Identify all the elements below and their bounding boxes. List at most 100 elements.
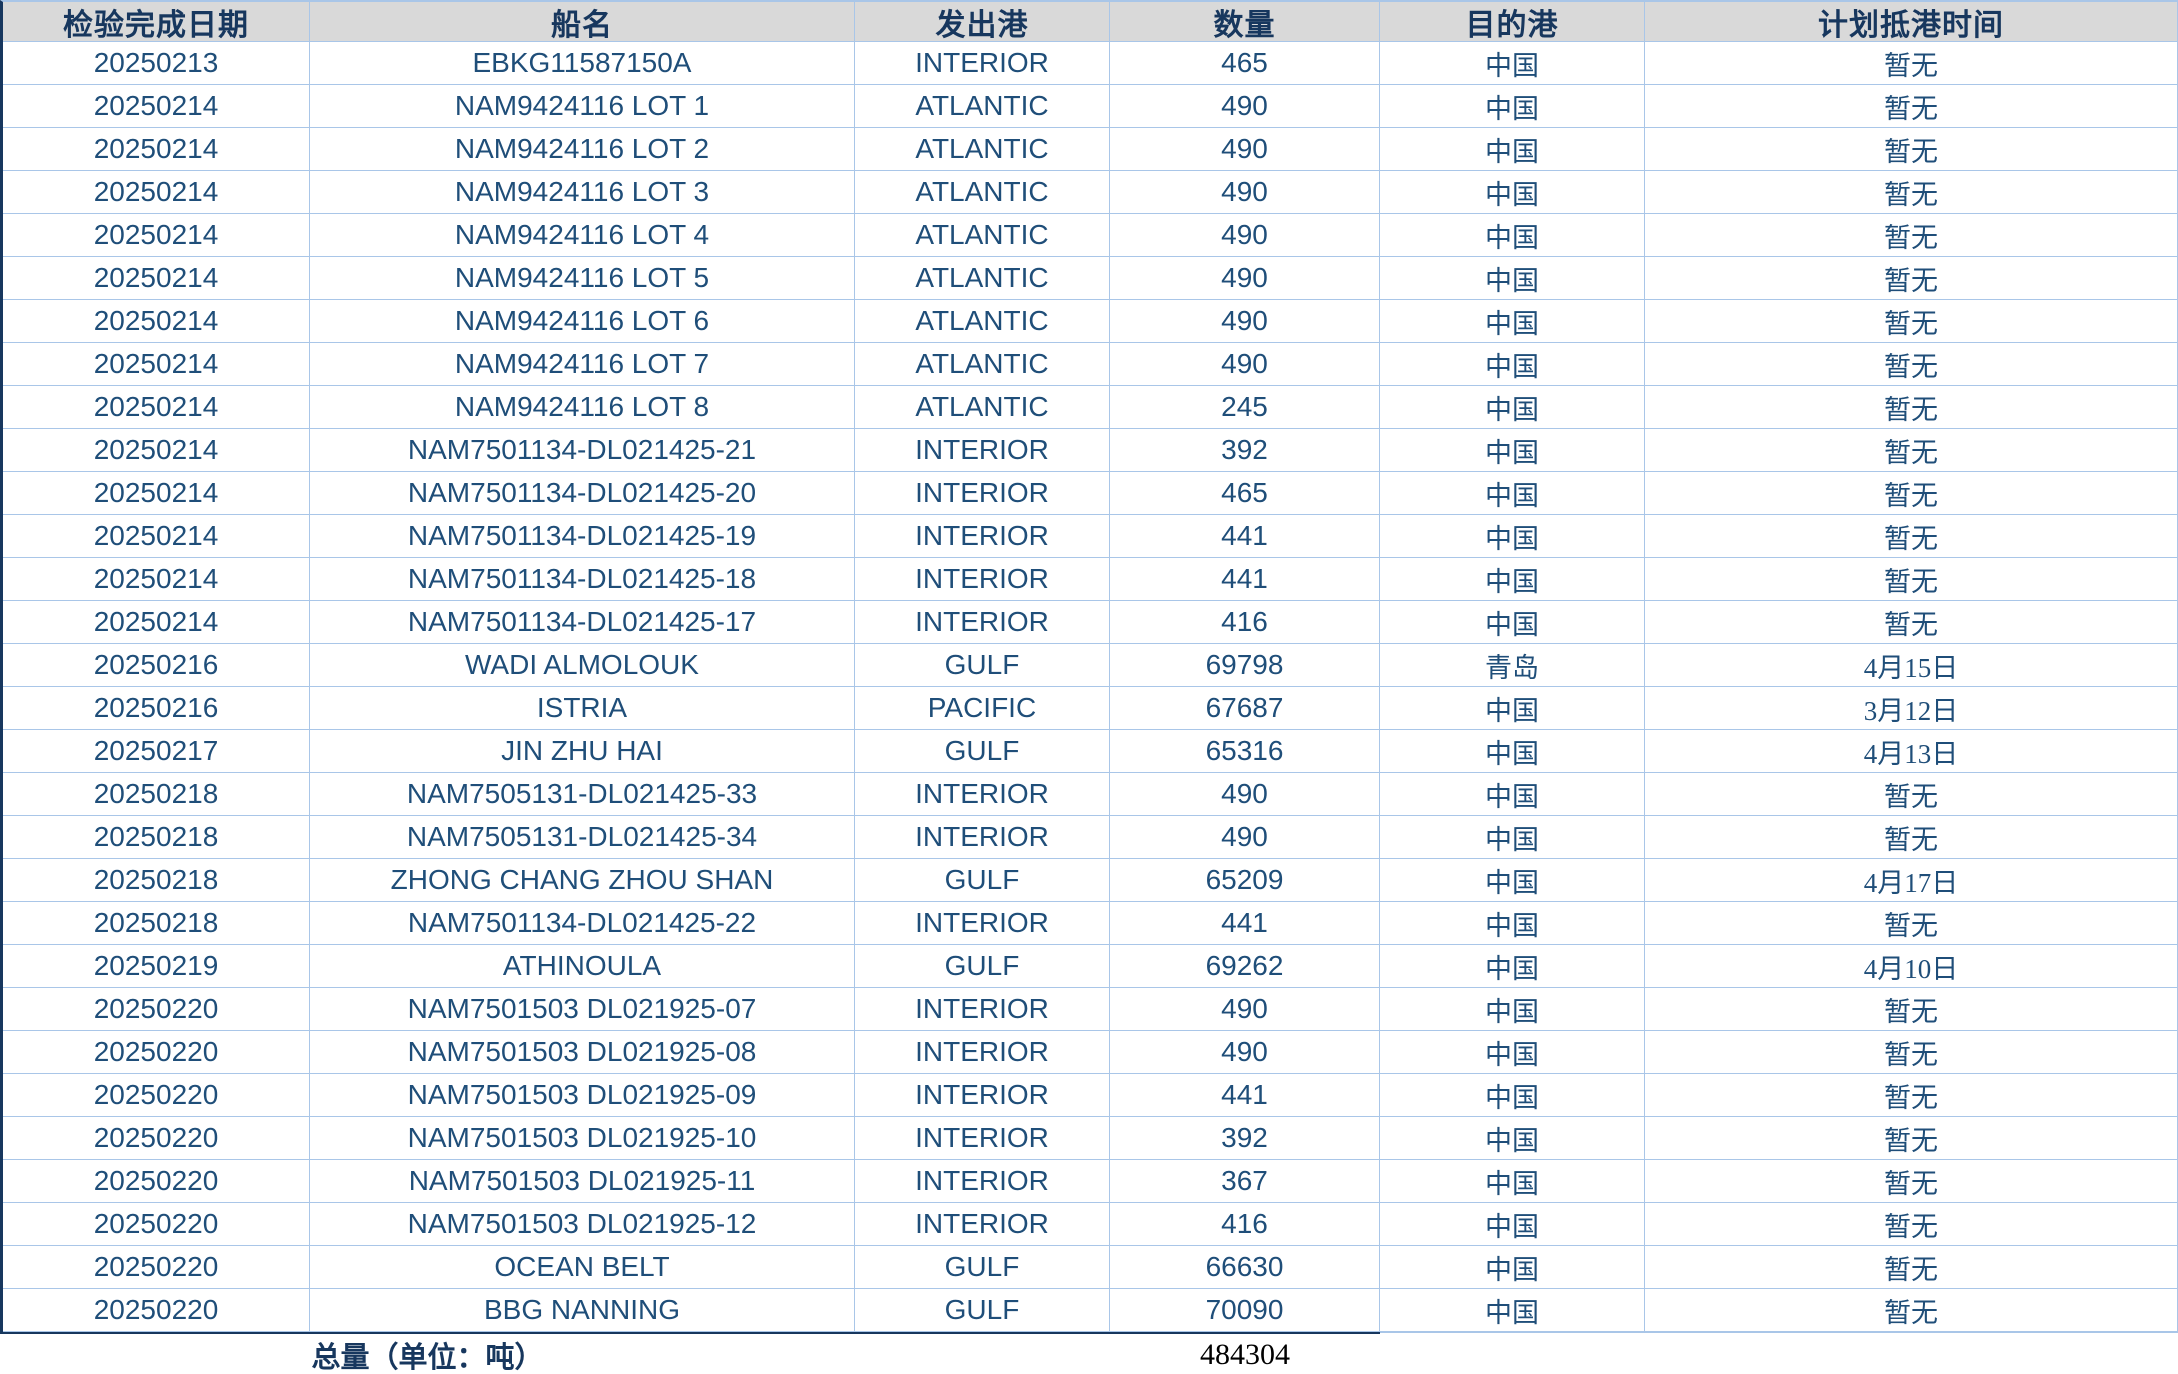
cell-planned-arrival: 暂无	[1645, 300, 2177, 343]
cell-planned-arrival: 暂无	[1645, 472, 2177, 515]
cell-quantity: 490	[1110, 300, 1380, 343]
cell-destination-port: 中国	[1380, 773, 1645, 816]
cell-vessel-name: OCEAN BELT	[310, 1246, 855, 1289]
cell-inspection-date: 20250219	[3, 945, 310, 988]
cell-quantity: 490	[1110, 773, 1380, 816]
cell-origin-port: ATLANTIC	[855, 257, 1110, 300]
cell-origin-port: ATLANTIC	[855, 300, 1110, 343]
cell-vessel-name: NAM7501503 DL021925-09	[310, 1074, 855, 1117]
cell-origin-port: INTERIOR	[855, 1117, 1110, 1160]
cell-origin-port: INTERIOR	[855, 429, 1110, 472]
cell-vessel-name: NAM7501134-DL021425-17	[310, 601, 855, 644]
cell-quantity: 392	[1110, 429, 1380, 472]
cell-quantity: 69798	[1110, 644, 1380, 687]
cell-quantity: 67687	[1110, 687, 1380, 730]
cell-vessel-name: NAM9424116 LOT 7	[310, 343, 855, 386]
cell-quantity: 490	[1110, 988, 1380, 1031]
shipping-schedule-report: 检验完成日期 船名 发出港 数量 目的港 计划抵港时间 20250213 EBK…	[0, 0, 2178, 1374]
cell-quantity: 465	[1110, 472, 1380, 515]
cell-quantity: 69262	[1110, 945, 1380, 988]
cell-origin-port: ATLANTIC	[855, 85, 1110, 128]
cell-planned-arrival: 暂无	[1645, 1074, 2177, 1117]
cell-vessel-name: JIN ZHU HAI	[310, 730, 855, 773]
cell-planned-arrival: 暂无	[1645, 988, 2177, 1031]
cell-inspection-date: 20250214	[3, 515, 310, 558]
table-row: 20250220 NAM7501503 DL021925-12 INTERIOR…	[3, 1203, 2177, 1246]
cell-inspection-date: 20250214	[3, 171, 310, 214]
table-row: 20250214 NAM7501134-DL021425-20 INTERIOR…	[3, 472, 2177, 515]
table-row: 20250214 NAM7501134-DL021425-17 INTERIOR…	[3, 601, 2177, 644]
cell-inspection-date: 20250214	[3, 601, 310, 644]
cell-vessel-name: NAM9424116 LOT 1	[310, 85, 855, 128]
table-row: 20250214 NAM7501134-DL021425-18 INTERIOR…	[3, 558, 2177, 601]
table-row: 20250216 ISTRIA PACIFIC 67687 中国 3月12日	[3, 687, 2177, 730]
cell-vessel-name: NAM7505131-DL021425-33	[310, 773, 855, 816]
cell-destination-port: 中国	[1380, 171, 1645, 214]
footer-spacer	[855, 1332, 1110, 1374]
cell-vessel-name: NAM7501503 DL021925-07	[310, 988, 855, 1031]
cell-vessel-name: NAM7501134-DL021425-22	[310, 902, 855, 945]
cell-vessel-name: NAM9424116 LOT 6	[310, 300, 855, 343]
cell-quantity: 490	[1110, 171, 1380, 214]
cell-quantity: 65316	[1110, 730, 1380, 773]
cell-vessel-name: NAM9424116 LOT 8	[310, 386, 855, 429]
cell-destination-port: 中国	[1380, 300, 1645, 343]
table-row: 20250220 NAM7501503 DL021925-07 INTERIOR…	[3, 988, 2177, 1031]
table-row: 20250220 OCEAN BELT GULF 66630 中国 暂无	[3, 1246, 2177, 1289]
cell-vessel-name: WADI ALMOLOUK	[310, 644, 855, 687]
cell-destination-port: 中国	[1380, 42, 1645, 85]
cell-destination-port: 青岛	[1380, 644, 1645, 687]
cell-inspection-date: 20250220	[3, 1203, 310, 1246]
cell-origin-port: ATLANTIC	[855, 386, 1110, 429]
table-row: 20250220 NAM7501503 DL021925-10 INTERIOR…	[3, 1117, 2177, 1160]
cell-quantity: 465	[1110, 42, 1380, 85]
cell-planned-arrival: 暂无	[1645, 1203, 2177, 1246]
cell-destination-port: 中国	[1380, 1074, 1645, 1117]
cell-origin-port: ATLANTIC	[855, 128, 1110, 171]
cell-origin-port: INTERIOR	[855, 1074, 1110, 1117]
cell-vessel-name: NAM7501134-DL021425-18	[310, 558, 855, 601]
table-footer-row: 总量（单位：吨） 484304	[0, 1332, 2178, 1373]
cell-inspection-date: 20250220	[3, 1160, 310, 1203]
cell-quantity: 367	[1110, 1160, 1380, 1203]
cell-origin-port: INTERIOR	[855, 816, 1110, 859]
cell-planned-arrival: 暂无	[1645, 601, 2177, 644]
table-row: 20250213 EBKG11587150A INTERIOR 465 中国 暂…	[3, 42, 2177, 85]
cell-quantity: 70090	[1110, 1289, 1380, 1332]
cell-quantity: 490	[1110, 1031, 1380, 1074]
cell-inspection-date: 20250214	[3, 214, 310, 257]
cell-origin-port: GULF	[855, 1246, 1110, 1289]
cell-origin-port: GULF	[855, 1289, 1110, 1332]
cell-destination-port: 中国	[1380, 257, 1645, 300]
cell-destination-port: 中国	[1380, 1203, 1645, 1246]
header-quantity: 数量	[1110, 2, 1380, 42]
cell-origin-port: GULF	[855, 859, 1110, 902]
cell-vessel-name: EBKG11587150A	[310, 42, 855, 85]
cell-origin-port: INTERIOR	[855, 515, 1110, 558]
cell-origin-port: INTERIOR	[855, 902, 1110, 945]
cell-quantity: 441	[1110, 558, 1380, 601]
cell-destination-port: 中国	[1380, 945, 1645, 988]
table-row: 20250214 NAM9424116 LOT 1 ATLANTIC 490 中…	[3, 85, 2177, 128]
cell-inspection-date: 20250214	[3, 128, 310, 171]
cell-planned-arrival: 暂无	[1645, 902, 2177, 945]
cell-planned-arrival: 暂无	[1645, 85, 2177, 128]
cell-destination-port: 中国	[1380, 1289, 1645, 1332]
cell-destination-port: 中国	[1380, 343, 1645, 386]
table-row: 20250214 NAM9424116 LOT 3 ATLANTIC 490 中…	[3, 171, 2177, 214]
cell-planned-arrival: 4月13日	[1645, 730, 2177, 773]
cell-inspection-date: 20250214	[3, 343, 310, 386]
cell-vessel-name: NAM7501134-DL021425-19	[310, 515, 855, 558]
cell-inspection-date: 20250216	[3, 687, 310, 730]
cell-origin-port: PACIFIC	[855, 687, 1110, 730]
table-row: 20250214 NAM9424116 LOT 8 ATLANTIC 245 中…	[3, 386, 2177, 429]
cell-inspection-date: 20250218	[3, 859, 310, 902]
cell-inspection-date: 20250220	[3, 1289, 310, 1332]
cell-quantity: 441	[1110, 902, 1380, 945]
cell-quantity: 245	[1110, 386, 1380, 429]
cell-destination-port: 中国	[1380, 1031, 1645, 1074]
cell-destination-port: 中国	[1380, 472, 1645, 515]
cell-vessel-name: NAM7501134-DL021425-20	[310, 472, 855, 515]
total-label: 总量（单位：吨）	[0, 1332, 855, 1374]
cell-inspection-date: 20250213	[3, 42, 310, 85]
